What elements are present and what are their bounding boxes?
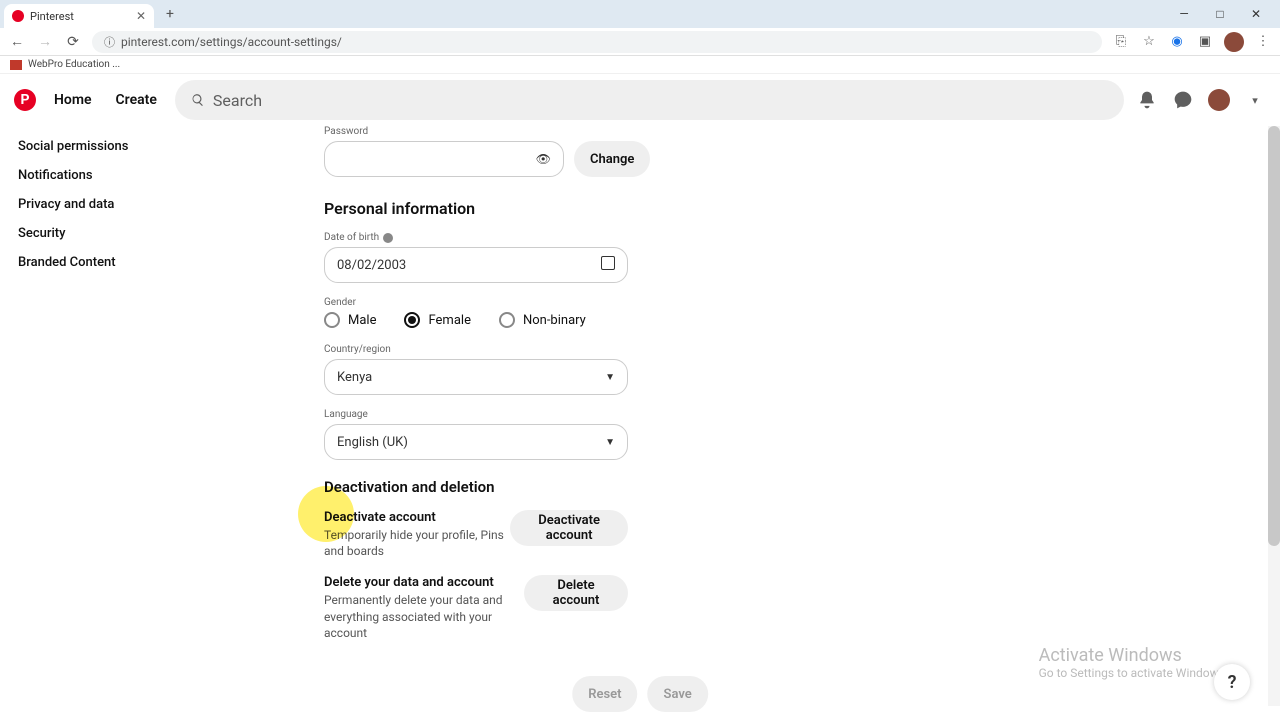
deactivate-title: Deactivate account [324, 510, 510, 525]
page-scrollbar-thumb[interactable] [1268, 126, 1280, 546]
reload-button[interactable]: ⟳ [64, 33, 82, 51]
info-icon[interactable] [383, 233, 393, 243]
minimize-button[interactable]: — [1172, 4, 1196, 24]
change-password-button[interactable]: Change [574, 141, 650, 177]
nav-create[interactable]: Create [110, 92, 163, 108]
gender-radio-group: Male Female Non-binary [324, 312, 940, 328]
extensions-puzzle-icon[interactable]: ▣ [1196, 33, 1214, 51]
deactivate-desc: Temporarily hide your profile, Pins and … [324, 527, 510, 559]
country-value: Kenya [337, 370, 372, 385]
pinterest-logo[interactable]: P [14, 89, 36, 111]
password-label: Password [324, 126, 940, 137]
install-app-icon[interactable]: ⎘ [1112, 33, 1130, 51]
settings-main: Password 👁 Change Personal information D… [300, 126, 940, 720]
profile-avatar[interactable] [1208, 89, 1230, 111]
sidebar-item-privacy[interactable]: Privacy and data [18, 190, 300, 219]
browser-tab[interactable]: Pinterest ✕ [4, 4, 154, 28]
gender-female-option[interactable]: Female [404, 312, 470, 328]
password-input[interactable]: 👁 [324, 141, 564, 177]
search-icon [191, 93, 205, 107]
pinterest-favicon [12, 10, 24, 22]
profile-avatar-browser[interactable] [1224, 32, 1244, 52]
bookmarks-bar: WebPro Education ... [0, 56, 1280, 74]
messages-icon[interactable] [1172, 89, 1194, 111]
site-info-icon[interactable]: ⓘ [104, 34, 115, 50]
window-controls: — □ ✕ [1172, 4, 1276, 24]
dob-input[interactable]: 08/02/2003 [324, 247, 628, 283]
dob-label: Date of birth [324, 232, 940, 243]
delete-row: Delete your data and account Permanently… [324, 575, 628, 641]
new-tab-button[interactable]: + [160, 6, 180, 22]
radio-icon [499, 312, 515, 328]
bookmark-item[interactable]: WebPro Education ... [28, 59, 120, 70]
extension-icon[interactable]: ◉ [1168, 33, 1186, 51]
app-header: P Home Create Search ▾ [0, 74, 1280, 126]
calendar-icon[interactable] [601, 256, 615, 274]
deactivate-button[interactable]: Deactivate account [510, 510, 628, 546]
sidebar-item-security[interactable]: Security [18, 219, 300, 248]
close-tab-icon[interactable]: ✕ [136, 9, 146, 23]
delete-title: Delete your data and account [324, 575, 524, 590]
sidebar-item-notifications[interactable]: Notifications [18, 161, 300, 190]
search-placeholder: Search [213, 91, 262, 110]
language-value: English (UK) [337, 435, 408, 450]
browser-menu-icon[interactable]: ⋮ [1254, 33, 1272, 51]
address-bar[interactable]: ⓘ pinterest.com/settings/account-setting… [92, 31, 1102, 53]
bookmark-favicon [10, 60, 22, 70]
chevron-down-icon: ▼ [605, 437, 615, 448]
windows-watermark: Activate Windows Go to Settings to activ… [1039, 645, 1228, 680]
gender-label: Gender [324, 297, 940, 308]
back-button[interactable]: ← [8, 33, 26, 51]
chevron-down-icon: ▼ [605, 372, 615, 383]
search-bar[interactable]: Search [175, 80, 1124, 120]
country-label: Country/region [324, 344, 940, 355]
personal-info-heading: Personal information [324, 199, 940, 218]
page-scrollbar-track[interactable] [1268, 126, 1280, 706]
settings-sidebar: Social permissions Notifications Privacy… [0, 126, 300, 720]
tab-title: Pinterest [30, 10, 74, 23]
radio-icon [324, 312, 340, 328]
deactivation-heading: Deactivation and deletion [324, 478, 940, 496]
show-password-icon[interactable]: 👁 [536, 152, 551, 166]
help-button[interactable]: ? [1214, 664, 1250, 700]
url-text: pinterest.com/settings/account-settings/ [121, 35, 342, 49]
country-select[interactable]: Kenya ▼ [324, 359, 628, 395]
language-select[interactable]: English (UK) ▼ [324, 424, 628, 460]
dob-value: 08/02/2003 [337, 258, 406, 273]
delete-button[interactable]: Delete account [524, 575, 628, 611]
sidebar-item-social[interactable]: Social permissions [18, 132, 300, 161]
sidebar-item-branded[interactable]: Branded Content [18, 248, 300, 277]
notifications-bell-icon[interactable] [1136, 89, 1158, 111]
close-window-button[interactable]: ✕ [1244, 4, 1268, 24]
gender-male-option[interactable]: Male [324, 312, 376, 328]
delete-desc: Permanently delete your data and everyth… [324, 592, 524, 641]
language-label: Language [324, 409, 940, 420]
forward-button[interactable]: → [36, 33, 54, 51]
browser-toolbar: ← → ⟳ ⓘ pinterest.com/settings/account-s… [0, 28, 1280, 56]
maximize-button[interactable]: □ [1208, 4, 1232, 24]
footer-actions: Reset Save [572, 676, 708, 712]
nav-home[interactable]: Home [48, 92, 98, 108]
gender-nonbinary-option[interactable]: Non-binary [499, 312, 586, 328]
save-button[interactable]: Save [648, 676, 708, 712]
radio-checked-icon [404, 312, 420, 328]
browser-tab-strip: Pinterest ✕ + — □ ✕ [0, 0, 1280, 28]
account-chevron-icon[interactable]: ▾ [1244, 89, 1266, 111]
reset-button[interactable]: Reset [572, 676, 637, 712]
bookmark-star-icon[interactable]: ☆ [1140, 33, 1158, 51]
deactivate-row: Deactivate account Temporarily hide your… [324, 510, 628, 559]
